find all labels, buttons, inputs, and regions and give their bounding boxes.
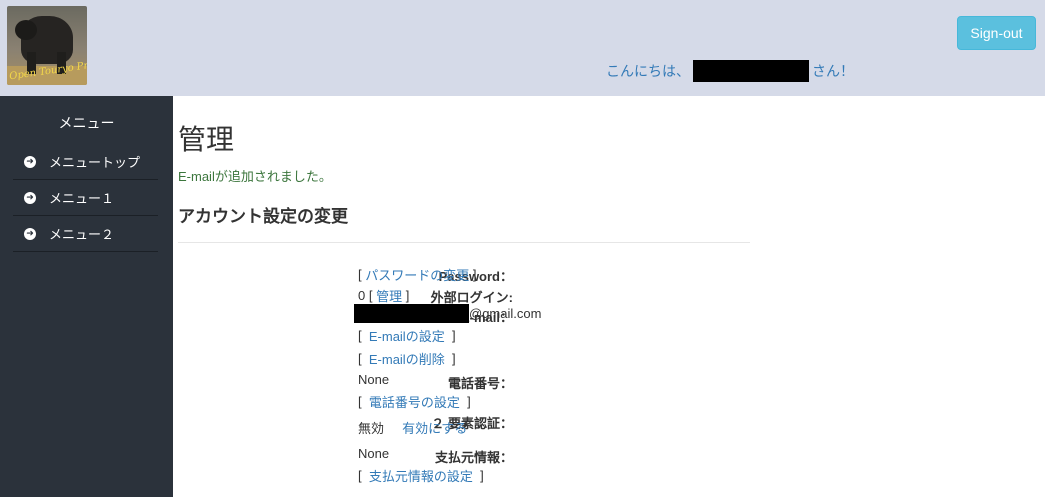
external-login-count: 0 [358,288,366,303]
status-message: E-mailが追加されました。 [178,169,332,184]
page-title: 管理 [178,124,235,155]
manage-external-login-link[interactable]: 管理 [376,286,402,305]
two-factor-value: 無効 有効にする [358,418,467,437]
change-password-link[interactable]: パスワードの変更 [365,265,469,284]
arrow-circle-right-icon: ➜ [24,227,36,240]
sidebar-item-menu-2[interactable]: ➜ メニュー２ [13,216,158,252]
set-phone-link[interactable]: 電話番号の設定 [369,392,460,411]
two-factor-status: 無効 [358,421,385,436]
set-payment-link[interactable]: 支払元情報の設定 [369,466,473,485]
greeting-suffix: さん！ [812,63,854,79]
menu-title: メニュー [58,115,115,131]
enable-two-factor-link[interactable]: 有効にする [402,418,467,437]
logo[interactable]: Open Touryo Project [7,6,87,85]
set-email-link[interactable]: E-mailの設定 [369,326,445,345]
password-value: [ パスワードの変更 ] [358,265,477,284]
email-value: @gmail.com [354,304,541,323]
payment-set-row: [ 支払元情報の設定 ] [358,466,484,485]
email-delete-row: [ E-mailの削除 ] [358,349,456,368]
main-content: 管理 E-mailが追加されました。 アカウント設定の変更 Password： … [173,96,1045,497]
header: Open Touryo Project Sign-out こんにちは、 さん！ [0,0,1045,96]
sidebar-item-menu-1[interactable]: ➜ メニュー１ [13,180,158,216]
phone-label: 電話番号： [447,376,513,391]
greeting: こんにちは、 さん！ [606,60,854,82]
sidebar-item-label: メニュー１ [49,191,115,206]
greeting-prefix: こんにちは、 [606,63,690,79]
external-login-value: 0 [ 管理 ] [358,286,410,305]
sidebar-item-menu-top[interactable]: ➜ メニュートップ [13,144,158,180]
redacted-username [693,60,809,82]
delete-email-link[interactable]: E-mailの削除 [369,349,445,368]
section-subtitle: アカウント設定の変更 [178,207,348,226]
divider [178,242,750,243]
menu-list: ➜ メニュートップ ➜ メニュー１ ➜ メニュー２ [13,144,158,252]
redacted-email-user [354,304,469,323]
payment-value: None [358,446,390,461]
arrow-circle-right-icon: ➜ [24,191,36,204]
sign-out-button[interactable]: Sign-out [957,16,1036,50]
email-domain: @gmail.com [469,306,542,321]
sidebar-item-label: メニュー２ [49,227,115,242]
sidebar: メニュー ➜ メニュートップ ➜ メニュー１ ➜ メニュー２ [0,96,173,497]
phone-set-row: [ 電話番号の設定 ] [358,392,471,411]
payment-label: 支払元情報： [434,450,513,465]
sidebar-item-label: メニュートップ [49,155,141,170]
arrow-circle-right-icon: ➜ [24,155,36,168]
email-set-row: [ E-mailの設定 ] [358,326,456,345]
phone-value: None [358,372,390,387]
